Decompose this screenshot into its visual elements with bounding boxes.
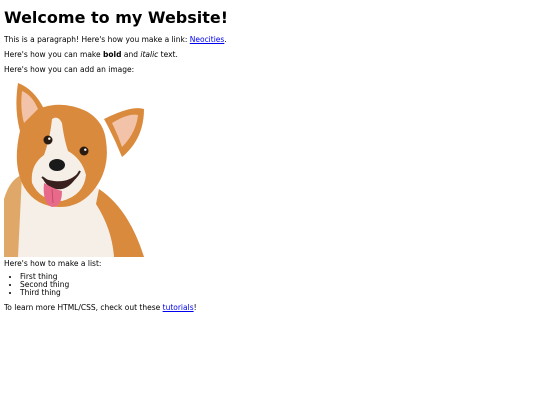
intro-text-end: . — [224, 35, 227, 44]
format-text-middle: and — [121, 50, 141, 59]
tutorials-text: To learn more HTML/CSS, check out these — [4, 303, 163, 312]
example-list: First thing Second thing Third thing — [4, 273, 536, 297]
corgi-image — [4, 79, 149, 257]
italic-text: italic — [140, 50, 159, 59]
list-item: First thing — [20, 273, 536, 281]
list-item: Third thing — [20, 289, 536, 297]
page: Welcome to my Website! This is a paragra… — [0, 0, 540, 312]
intro-text: This is a paragraph! Here's how you make… — [4, 35, 190, 44]
tutorials-paragraph: To learn more HTML/CSS, check out these … — [4, 303, 536, 312]
image-paragraph: Here's how you can add an image: — [4, 65, 135, 74]
format-text: Here's how you can make — [4, 50, 103, 59]
intro-paragraph: This is a paragraph! Here's how you make… — [4, 35, 536, 44]
page-title: Welcome to my Website! — [4, 8, 229, 27]
list-item: Second thing — [20, 281, 536, 289]
format-text-end: text. — [158, 50, 178, 59]
format-paragraph: Here's how you can make bold and italic … — [4, 50, 536, 59]
bold-text: bold — [103, 50, 122, 59]
tutorials-link[interactable]: tutorials — [163, 303, 194, 312]
list-intro-paragraph: Here's how to make a list: — [4, 259, 102, 268]
tutorials-text-end: ! — [193, 303, 197, 312]
corgi-illustration — [4, 83, 144, 257]
neocities-link[interactable]: Neocities — [190, 35, 225, 44]
